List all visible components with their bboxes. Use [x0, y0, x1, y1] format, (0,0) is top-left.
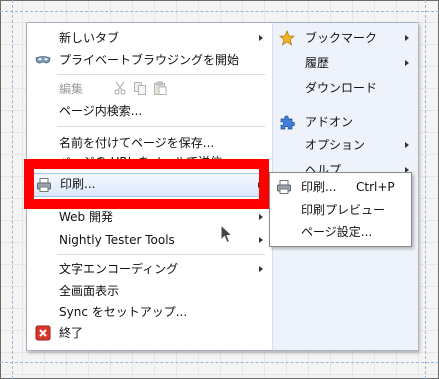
- menu-item-downloads[interactable]: ダウンロード: [273, 78, 418, 98]
- guide-line-left: [12, 0, 13, 379]
- menu-item-addons[interactable]: アドオン: [273, 112, 418, 132]
- menu-item-bookmarks[interactable]: ブックマーク: [273, 28, 418, 48]
- submenu-arrow-icon: [259, 35, 263, 41]
- mouse-pointer-icon: [220, 223, 234, 247]
- menu-item-fullscreen[interactable]: 全画面表示: [27, 281, 272, 301]
- menu-item-options[interactable]: オプション: [273, 135, 418, 155]
- printer-icon: [276, 179, 292, 195]
- mask-icon: [35, 52, 51, 68]
- submenu-arrow-icon: [405, 60, 409, 66]
- menu-separator: [57, 74, 265, 75]
- submenu-arrow-icon: [259, 214, 263, 220]
- red-highlight-box: [24, 159, 269, 209]
- submenu-arrow-icon: [405, 142, 409, 148]
- menu-item-private-browsing[interactable]: プライベートブラウジングを開始: [27, 50, 272, 70]
- submenu-item-page-setup[interactable]: ページ設定...: [270, 222, 411, 242]
- menu-item-nightly-tester-tools[interactable]: Nightly Tester Tools: [27, 230, 272, 250]
- submenu-item-print[interactable]: 印刷... Ctrl+P: [270, 177, 411, 197]
- cut-icon: [113, 81, 127, 101]
- menu-item-exit[interactable]: 終了: [27, 323, 272, 343]
- paste-icon: [153, 81, 167, 101]
- menu-separator: [57, 254, 265, 255]
- menu-item-edit: 編集: [27, 79, 272, 99]
- exit-icon: [35, 325, 51, 341]
- menu-item-new-tab[interactable]: 新しいタブ: [27, 28, 272, 48]
- menu-item-character-encoding[interactable]: 文字エンコーディング: [27, 259, 272, 279]
- print-shortcut: Ctrl+P: [356, 180, 395, 194]
- guide-line-right: [425, 0, 426, 379]
- menu-separator: [57, 126, 265, 127]
- submenu-arrow-icon: [259, 237, 263, 243]
- menu-item-find-in-page[interactable]: ページ内検索...: [27, 101, 272, 121]
- print-submenu: 印刷... Ctrl+P 印刷プレビュー ページ設定...: [269, 172, 412, 247]
- star-icon: [278, 29, 296, 46]
- menu-item-sync-setup[interactable]: Sync をセットアップ...: [27, 302, 272, 322]
- menu-item-save-page-as[interactable]: 名前を付けてページを保存...: [27, 133, 272, 153]
- submenu-arrow-icon: [405, 35, 409, 41]
- menu-item-web-developer[interactable]: Web 開発: [27, 207, 272, 227]
- submenu-item-print-preview[interactable]: 印刷プレビュー: [270, 200, 411, 220]
- guide-line-top: [0, 11, 439, 12]
- menu-item-history[interactable]: 履歴: [273, 53, 418, 73]
- guide-line-bottom: [0, 362, 439, 363]
- puzzle-icon: [279, 114, 295, 130]
- copy-icon: [133, 81, 147, 101]
- submenu-arrow-icon: [259, 266, 263, 272]
